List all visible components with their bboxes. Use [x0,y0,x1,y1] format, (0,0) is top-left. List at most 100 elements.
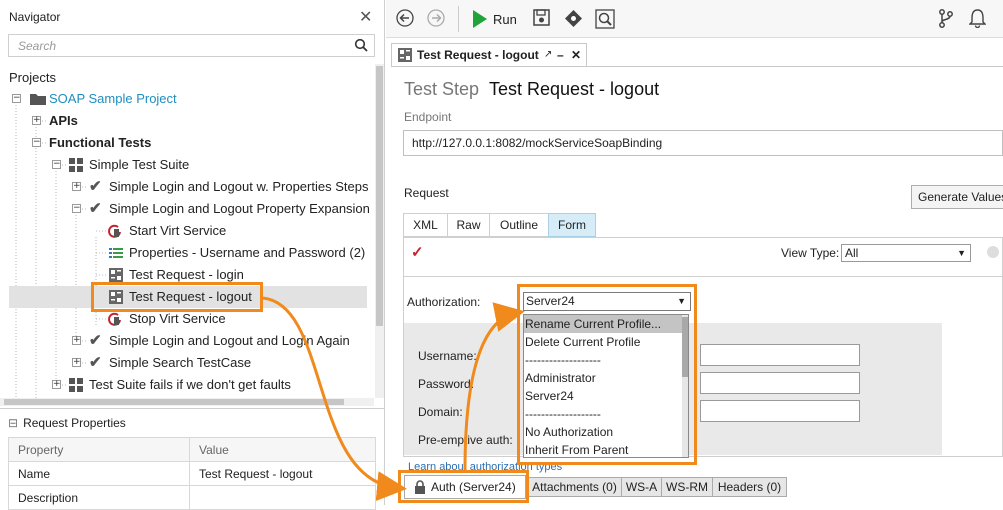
detach-icon[interactable]: ↗ [544,44,552,66]
toolbar-separator [458,6,459,32]
tree-item-test-suite[interactable]: − Simple Test Suite [0,154,374,176]
table-row[interactable]: Name Test Request - logout [8,461,376,486]
collapse-icon: ⊟ [8,416,19,430]
collapse-icon[interactable]: − [72,204,81,213]
tab-xml[interactable]: XML [403,213,448,237]
soap-request-icon [109,268,123,282]
tree-item-apis[interactable]: + APIs [0,110,374,132]
table-cell[interactable]: Test Request - logout [189,461,376,486]
collapse-icon[interactable]: − [12,94,21,103]
tab-ws-rm[interactable]: WS-RM [661,477,713,497]
expand-icon[interactable]: + [52,380,61,389]
table-row[interactable]: Description [8,485,376,510]
forward-icon[interactable] [427,9,445,27]
tree-item-test-step[interactable]: Start Virt Service [0,220,374,242]
soap-request-icon [398,48,412,62]
collapse-icon[interactable]: − [32,138,41,147]
close-icon[interactable]: ✕ [359,7,372,27]
tree-item-test-case[interactable]: + ✔ Simple Search TestCase [0,352,374,374]
authorization-label: Authorization: [407,295,481,309]
tree-item-label: Properties - Username and Password (2) [129,245,366,260]
check-icon: ✔ [89,178,102,195]
tree-item-test-step[interactable]: Properties - Username and Password (2) [0,242,374,264]
request-properties-title: ⊟ Request Properties [8,416,126,430]
branch-icon[interactable] [938,9,954,28]
navigator-title: Navigator [9,10,61,24]
check-icon: ✔ [89,332,102,349]
tab-outline[interactable]: Outline [489,213,549,237]
highlight-box-tree-item [91,282,263,312]
tree-item-functional-tests[interactable]: − Functional Tests [0,132,374,154]
inspect-icon[interactable] [595,9,615,29]
expand-icon[interactable]: + [32,116,41,125]
tab-ws-a[interactable]: WS-A [621,477,662,497]
properties-icon [109,248,123,258]
view-type-select[interactable]: All ▼ [841,244,971,262]
tree-item-test-case[interactable]: + ✔ Simple Login and Logout w. Propertie… [0,176,374,198]
username-field[interactable] [700,344,860,366]
request-label: Request [404,186,449,200]
tab-form[interactable]: Form [548,213,596,237]
test-suite-icon [69,158,83,172]
expand-icon[interactable]: + [72,358,81,367]
minimize-icon[interactable]: – [557,44,564,66]
search-icon[interactable] [354,38,368,52]
chevron-down-icon: ▼ [957,248,966,258]
tree-item-label: Simple Login and Logout Property Expansi… [109,201,370,216]
table-cell: Name [8,461,190,486]
tree-item-label: Simple Login and Logout w. Properties St… [109,179,369,194]
endpoint-icon[interactable] [564,9,583,28]
table-header: Value [189,437,376,462]
password-field[interactable] [700,372,860,394]
tree-item-test-suite[interactable]: + Test Suite fails if we don't get fault… [0,374,374,396]
tab-raw[interactable]: Raw [447,213,490,237]
toolbar: Run [386,0,1003,38]
password-label: Password: [418,377,475,391]
tree-item-label: Start Virt Service [129,223,227,238]
preemptive-auth-label: Pre-emptive auth: [418,433,513,447]
search-input[interactable]: Search [8,34,375,57]
tab-headers[interactable]: Headers (0) [712,477,787,497]
generate-values-button[interactable]: Generate Values [911,185,1003,209]
expand-icon[interactable]: + [72,182,81,191]
close-tab-icon[interactable]: ✕ [571,44,581,66]
validate-icon[interactable]: ✓ [411,243,424,261]
tree-item-test-case[interactable]: + ✔ Simple Login and Logout and Login Ag… [0,330,374,352]
tab-test-request-logout[interactable]: Test Request - logout ↗ – ✕ [391,43,587,66]
table-cell[interactable] [189,485,376,510]
virt-service-icon [108,224,121,238]
tree-item-label: Test Suite fails if we don't get faults [89,377,291,392]
tree-item-project[interactable]: − SOAP Sample Project [0,88,374,110]
run-icon[interactable] [472,10,488,28]
step-name: Test Request - logout [489,79,660,99]
expand-icon[interactable]: + [72,336,81,345]
endpoint-label: Endpoint [404,110,452,124]
tree-item-label: Simple Search TestCase [109,355,252,370]
back-icon[interactable] [396,9,414,27]
step-type-label: Test Step [404,79,480,99]
tree-item-test-case[interactable]: − ✔ Simple Login and Logout Property Exp… [0,198,374,220]
tab-attachments[interactable]: Attachments (0) [527,477,622,497]
tree-horizontal-scrollbar[interactable] [0,398,374,406]
test-suite-icon [69,378,83,392]
help-icon[interactable] [987,246,999,258]
table-header: Property [8,437,190,462]
navigator-panel: Navigator ✕ Search Projects − SOAP Sampl… [0,0,385,510]
run-button[interactable]: Run [493,12,517,27]
view-type-label: View Type: [781,246,840,260]
domain-label: Domain: [418,405,463,419]
check-icon: ✔ [89,200,102,217]
request-properties-table: Property Value Name Test Request - logout … [8,437,376,510]
divider [0,408,385,409]
save-icon[interactable] [533,9,550,26]
tree-item-label: SOAP Sample Project [49,91,177,106]
endpoint-field[interactable]: http://127.0.0.1:8082/mockServiceSoapBin… [403,130,1003,156]
project-tree: − SOAP Sample Project + APIs − Functiona… [0,64,374,398]
collapse-icon[interactable]: − [52,160,61,169]
folder-icon [30,94,46,105]
highlight-box-auth-dropdown [517,284,697,465]
virt-service-icon [108,312,121,326]
bell-icon[interactable] [969,9,986,28]
tree-vertical-scrollbar[interactable] [375,64,384,398]
domain-field[interactable] [700,400,860,422]
